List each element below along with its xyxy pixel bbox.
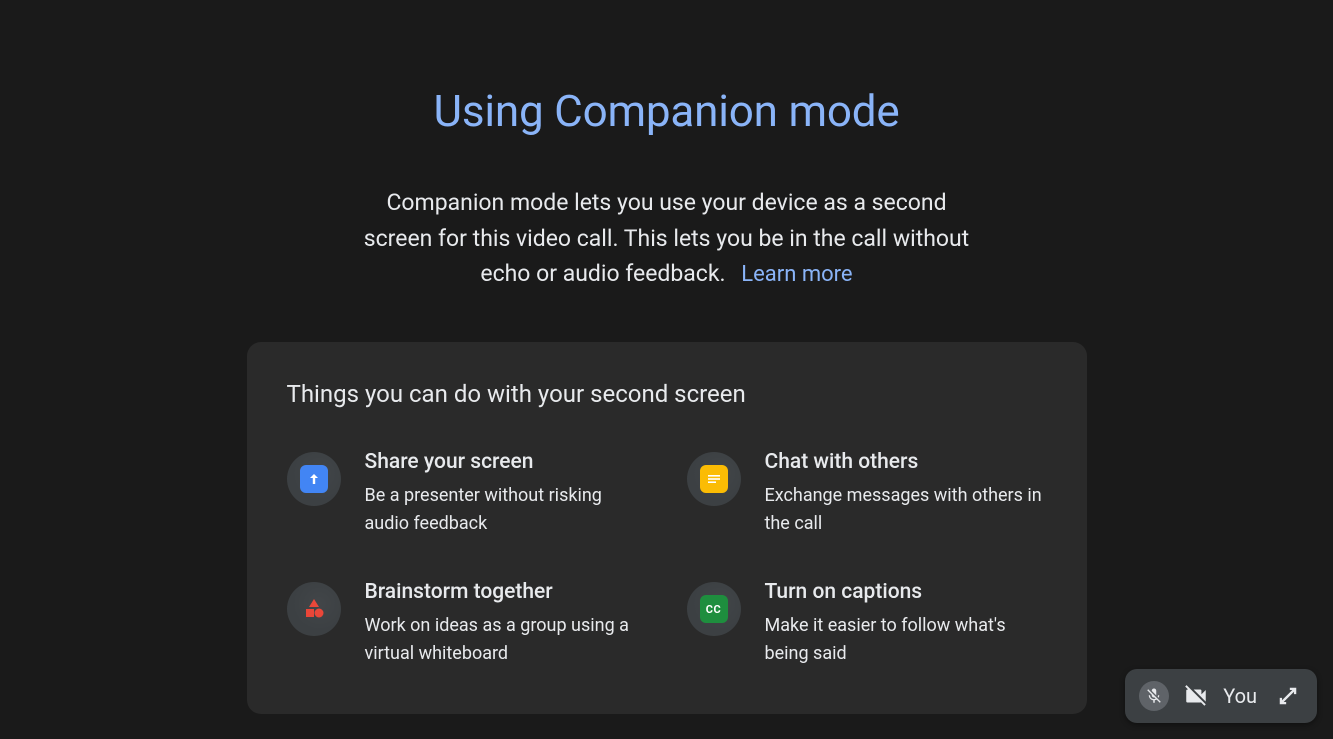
camera-off-icon — [1183, 683, 1209, 709]
feature-captions: CC Turn on captions Make it easier to fo… — [687, 580, 1047, 668]
expand-icon[interactable] — [1277, 685, 1299, 707]
features-card: Things you can do with your second scree… — [247, 342, 1087, 714]
companion-mode-info: Using Companion mode Companion mode lets… — [0, 0, 1333, 714]
self-view-tile[interactable]: You — [1125, 669, 1317, 723]
shapes-icon — [287, 582, 341, 636]
features-card-title: Things you can do with your second scree… — [287, 380, 1047, 408]
chat-icon — [687, 452, 741, 506]
page-description: Companion mode lets you use your device … — [357, 185, 977, 292]
learn-more-link[interactable]: Learn more — [741, 262, 852, 287]
feature-brainstorm: Brainstorm together Work on ideas as a g… — [287, 580, 647, 668]
feature-title: Brainstorm together — [365, 580, 647, 604]
feature-title: Chat with others — [765, 450, 1047, 474]
feature-desc: Exchange messages with others in the cal… — [765, 482, 1047, 538]
share-screen-icon — [287, 452, 341, 506]
feature-desc: Be a presenter without risking audio fee… — [365, 482, 647, 538]
feature-title: Turn on captions — [765, 580, 1047, 604]
page-title: Using Companion mode — [434, 85, 900, 137]
self-view-label: You — [1223, 684, 1257, 708]
feature-desc: Make it easier to follow what's being sa… — [765, 612, 1047, 668]
feature-chat: Chat with others Exchange messages with … — [687, 450, 1047, 538]
mic-off-icon — [1139, 681, 1169, 711]
feature-desc: Work on ideas as a group using a virtual… — [365, 612, 647, 668]
features-grid: Share your screen Be a presenter without… — [287, 450, 1047, 668]
description-text: Companion mode lets you use your device … — [364, 189, 969, 287]
captions-icon: CC — [687, 582, 741, 636]
feature-title: Share your screen — [365, 450, 647, 474]
feature-share-screen: Share your screen Be a presenter without… — [287, 450, 647, 538]
